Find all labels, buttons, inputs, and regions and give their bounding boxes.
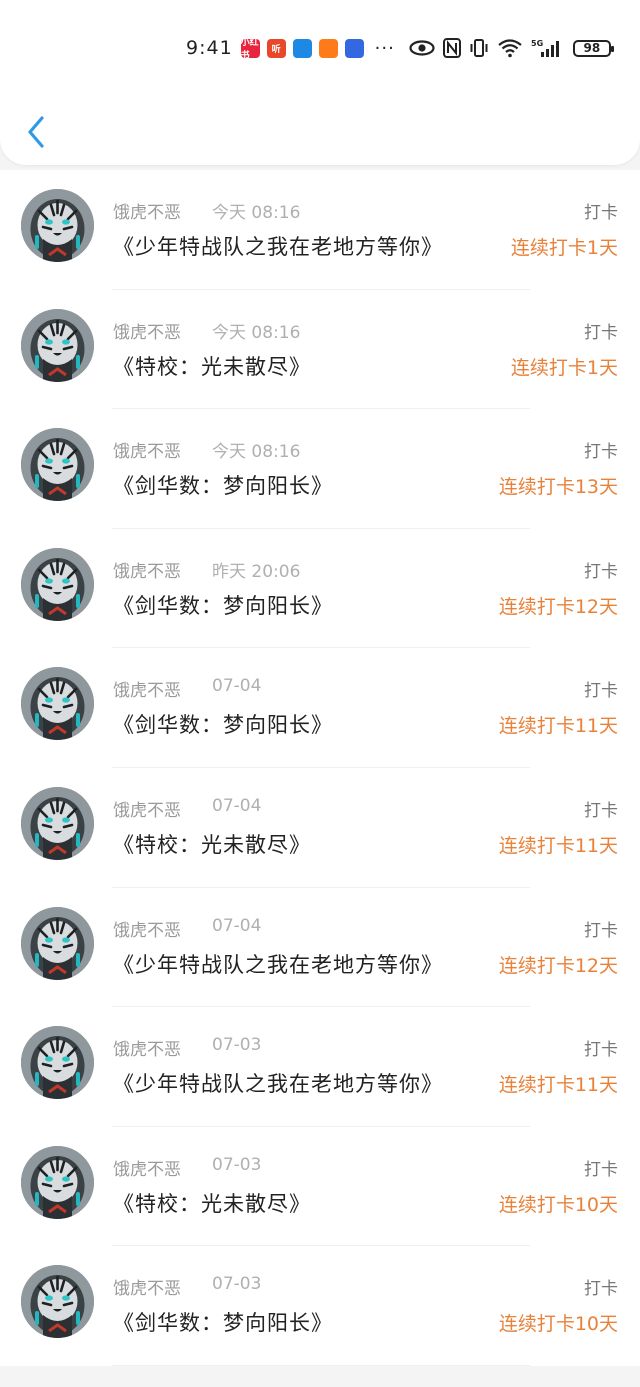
more-dots-icon: ··· — [374, 37, 395, 59]
app-orange-icon — [318, 38, 338, 58]
avatar[interactable] — [21, 428, 94, 502]
list-item[interactable]: 饿虎不恶 昨天 20:06 打卡 《剑华数：梦向阳长》 连续打卡12天 — [0, 528, 640, 649]
username: 饿虎不恶 — [113, 1159, 181, 1180]
list-item[interactable]: 饿虎不恶 今天 08:16 打卡 《特校：光未散尽》 连续打卡1天 — [0, 289, 640, 410]
username: 饿虎不恶 — [113, 442, 181, 463]
list-item[interactable]: 饿虎不恶 07-04 打卡 《少年特战队之我在老地方等你》 连续打卡12天 — [0, 887, 640, 1008]
timestamp: 07-04 — [212, 676, 262, 697]
back-button[interactable] — [20, 112, 56, 152]
username: 饿虎不恶 — [113, 1040, 181, 1061]
xiaohongshu-icon: 小红书 — [240, 38, 260, 61]
checkin-tag: 打卡 — [584, 1279, 618, 1300]
checkin-tag: 打卡 — [584, 442, 618, 463]
avatar[interactable] — [21, 1145, 94, 1219]
timestamp: 07-03 — [212, 1154, 262, 1175]
list-item[interactable]: 饿虎不恶 07-04 打卡 《特校：光未散尽》 连续打卡11天 — [0, 767, 640, 888]
username: 饿虎不恶 — [113, 561, 181, 582]
streak-count: 连续打卡13天 — [498, 476, 618, 499]
app-blue-icon — [292, 38, 312, 58]
timestamp: 07-03 — [212, 1274, 262, 1295]
svg-text:5G: 5G — [531, 39, 543, 48]
checkin-tag: 打卡 — [584, 681, 618, 702]
ting-icon: 听 — [266, 38, 286, 58]
checkin-list: 饿虎不恶 今天 08:16 打卡 《少年特战队之我在老地方等你》 连续打卡1天 … — [0, 170, 640, 1366]
username: 饿虎不恶 — [113, 800, 181, 821]
battery-icon: 98 — [572, 39, 614, 57]
book-title: 《少年特战队之我在老地方等你》 — [113, 235, 443, 259]
timestamp: 昨天 20:06 — [212, 561, 301, 582]
avatar[interactable] — [21, 189, 94, 262]
checkin-tag: 打卡 — [584, 203, 618, 223]
list-item[interactable]: 饿虎不恶 07-04 打卡 《剑华数：梦向阳长》 连续打卡11天 — [0, 648, 640, 768]
book-title: 《少年特战队之我在老地方等你》 — [113, 952, 443, 977]
divider — [112, 1364, 530, 1366]
eye-icon — [409, 40, 435, 56]
list-item[interactable]: 饿虎不恶 07-03 打卡 《特校：光未散尽》 连续打卡10天 — [0, 1126, 640, 1247]
streak-count: 连续打卡10天 — [498, 1313, 618, 1336]
username: 饿虎不恶 — [113, 203, 181, 223]
avatar[interactable] — [21, 308, 94, 382]
book-title: 《剑华数：梦向阳长》 — [113, 713, 333, 738]
streak-count: 连续打卡1天 — [510, 237, 618, 259]
list-item[interactable]: 饿虎不恶 今天 08:16 打卡 《剑华数：梦向阳长》 连续打卡13天 — [0, 409, 640, 529]
timestamp: 今天 08:16 — [212, 203, 301, 223]
vibrate-icon — [469, 38, 489, 58]
streak-count: 连续打卡12天 — [498, 595, 618, 618]
username: 饿虎不恶 — [113, 681, 181, 702]
avatar[interactable] — [21, 1265, 94, 1339]
timestamp: 07-03 — [212, 1035, 262, 1056]
checkin-tag: 打卡 — [584, 561, 618, 582]
checkin-tag: 打卡 — [584, 920, 618, 941]
chevron-left-icon — [28, 116, 44, 148]
book-title: 《特校：光未散尽》 — [113, 1191, 311, 1216]
timestamp: 今天 08:16 — [212, 442, 301, 463]
username: 饿虎不恶 — [113, 1279, 181, 1300]
timestamp: 07-04 — [212, 915, 262, 936]
status-bar: 9:41 小红书听 ··· 5G 98 — [186, 34, 616, 62]
header: 9:41 小红书听 ··· 5G 98 — [0, 0, 640, 165]
streak-count: 连续打卡12天 — [498, 954, 618, 977]
avatar[interactable] — [21, 667, 94, 741]
baidu-icon — [344, 38, 364, 58]
avatar[interactable] — [21, 786, 94, 860]
streak-count: 连续打卡1天 — [510, 356, 618, 379]
checkin-tag: 打卡 — [584, 1040, 618, 1061]
username: 饿虎不恶 — [113, 322, 181, 343]
streak-count: 连续打卡11天 — [498, 715, 618, 738]
streak-count: 连续打卡10天 — [498, 1193, 618, 1216]
book-title: 《特校：光未散尽》 — [113, 832, 311, 857]
book-title: 《剑华数：梦向阳长》 — [113, 474, 333, 499]
list-item[interactable]: 饿虎不恶 07-03 打卡 《剑华数：梦向阳长》 连续打卡10天 — [0, 1246, 640, 1366]
signal-5g-icon: 5G — [531, 38, 559, 58]
list-item[interactable]: 饿虎不恶 07-03 打卡 《少年特战队之我在老地方等你》 连续打卡11天 — [0, 1007, 640, 1127]
avatar[interactable] — [21, 547, 94, 621]
book-title: 《剑华数：梦向阳长》 — [113, 593, 333, 618]
timestamp: 07-04 — [212, 795, 262, 816]
checkin-tag: 打卡 — [584, 322, 618, 343]
status-app-icons: 小红书听 — [240, 38, 371, 61]
streak-count: 连续打卡11天 — [498, 834, 618, 857]
book-title: 《剑华数：梦向阳长》 — [113, 1311, 333, 1336]
streak-count: 连续打卡11天 — [498, 1074, 618, 1097]
avatar[interactable] — [21, 906, 94, 980]
checkin-tag: 打卡 — [584, 1159, 618, 1180]
wifi-icon — [497, 38, 523, 58]
username: 饿虎不恶 — [113, 920, 181, 941]
checkin-tag: 打卡 — [584, 800, 618, 821]
avatar[interactable] — [21, 1026, 94, 1100]
book-title: 《少年特战队之我在老地方等你》 — [113, 1072, 443, 1097]
list-item[interactable]: 饿虎不恶 今天 08:16 打卡 《少年特战队之我在老地方等你》 连续打卡1天 — [0, 170, 640, 290]
nfc-icon — [442, 38, 461, 58]
status-time: 9:41 — [186, 37, 233, 59]
book-title: 《特校：光未散尽》 — [113, 354, 311, 379]
timestamp: 今天 08:16 — [212, 322, 301, 343]
